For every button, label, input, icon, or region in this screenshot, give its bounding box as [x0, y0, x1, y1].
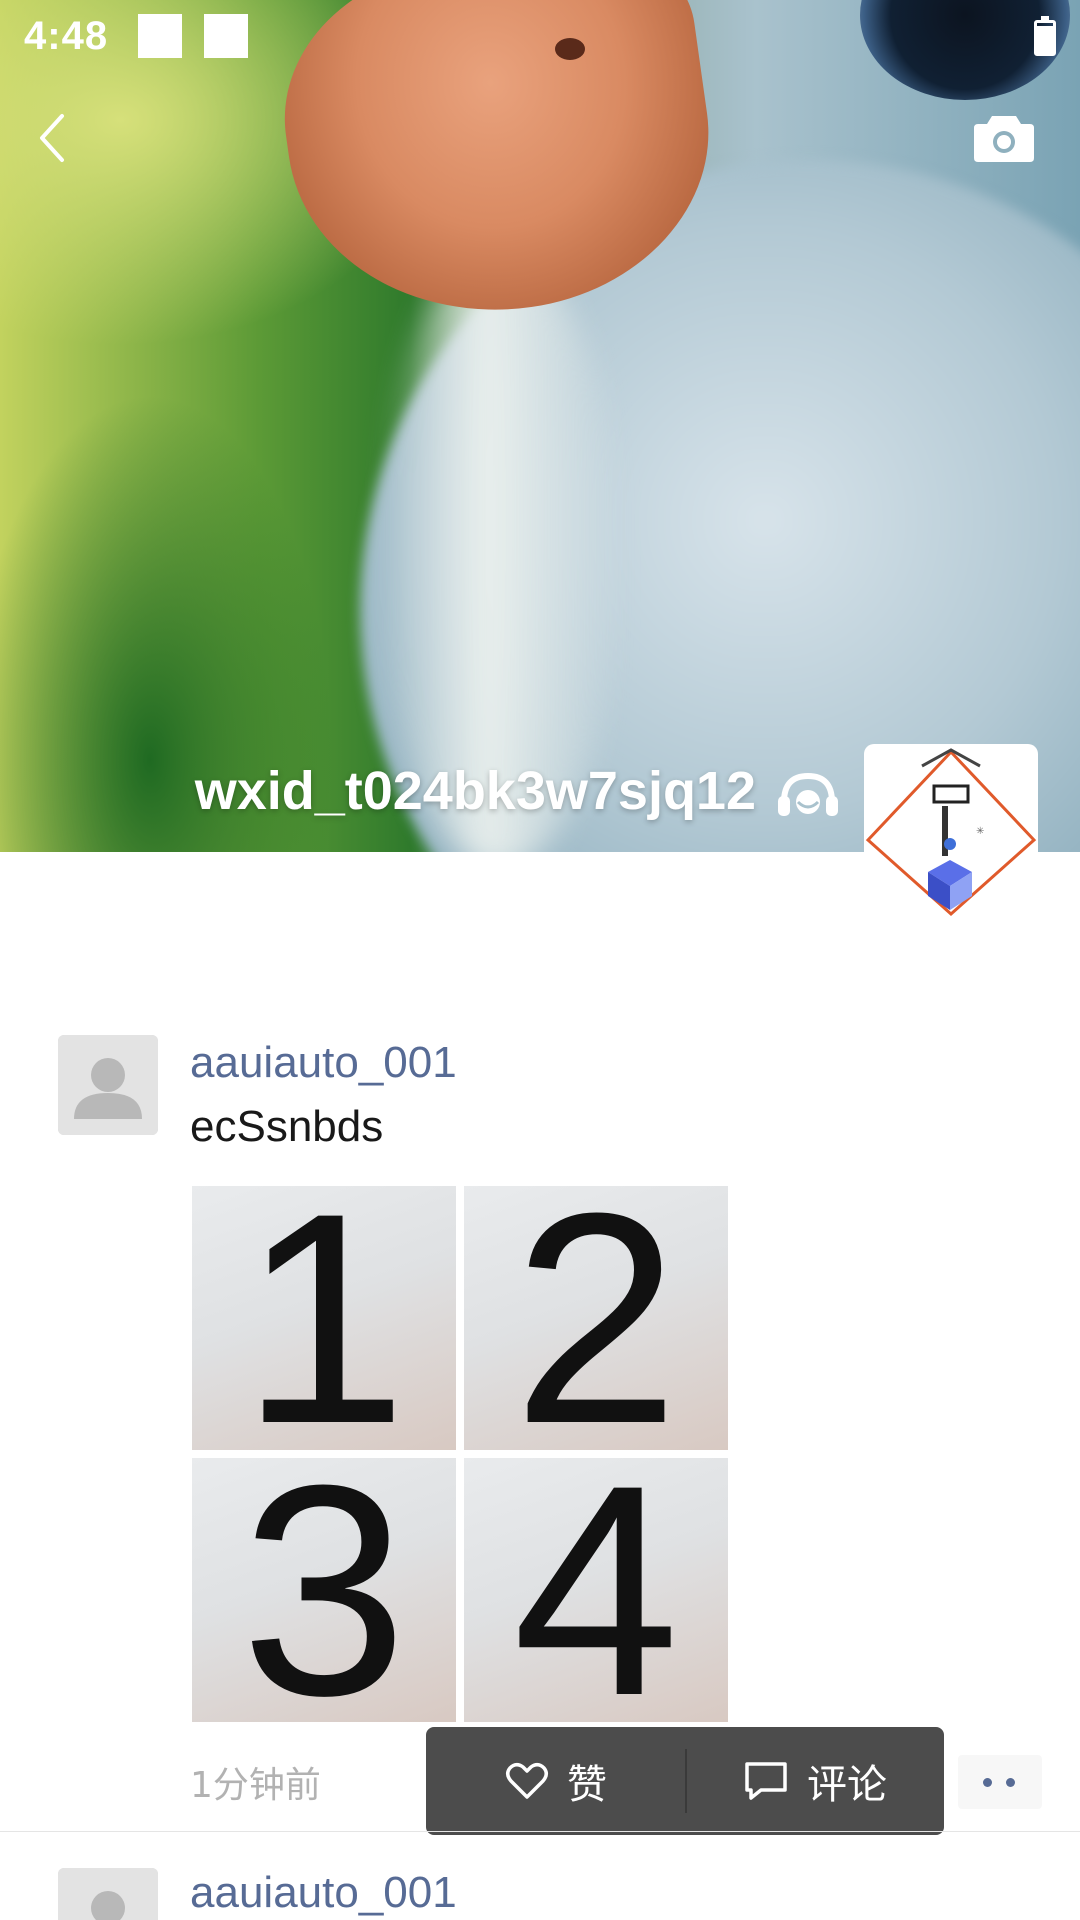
comment-bubble-icon [745, 1762, 787, 1800]
post-timestamp: 1分钟前 [190, 1765, 321, 1806]
post-text: ecSsnbds [190, 1102, 384, 1151]
comment-label: 评论 [807, 1762, 887, 1808]
battery-icon [1034, 16, 1056, 56]
back-button[interactable] [30, 108, 78, 168]
more-dots-button[interactable] [958, 1755, 1042, 1809]
like-label: 赞 [567, 1762, 607, 1808]
post-author-name[interactable]: aauiauto_001 [190, 1038, 457, 1088]
post-author-avatar[interactable] [58, 1035, 158, 1135]
heart-outline-icon [506, 1763, 548, 1799]
post-author-name[interactable]: aauiauto_001 [190, 1868, 457, 1918]
photo-digit: 3 [240, 1458, 408, 1722]
comment-button[interactable]: 评论 [686, 1727, 944, 1835]
logo-avatar: ✳ [865, 748, 1037, 917]
notification-icon [138, 14, 182, 58]
photo-digit: 4 [512, 1458, 680, 1722]
more-dots-icon [1006, 1778, 1015, 1787]
photo-grid: 1 2 3 4 [192, 1186, 732, 1724]
post-author-avatar[interactable] [58, 1868, 158, 1920]
like-comment-popup: 赞 评论 [426, 1727, 944, 1835]
status-bar: 4:48 [0, 0, 1080, 76]
post-photo[interactable]: 2 [464, 1186, 728, 1450]
post-photo[interactable]: 3 [192, 1458, 456, 1722]
svg-text:✳: ✳ [976, 826, 984, 837]
headset-icon [778, 772, 838, 816]
like-button[interactable]: 赞 [426, 1727, 686, 1835]
photo-digit: 2 [512, 1186, 680, 1450]
profile-avatar[interactable]: ✳ [864, 744, 1038, 918]
photo-digit: 1 [240, 1186, 408, 1450]
status-time: 4:48 [24, 14, 109, 58]
feed-divider [0, 1831, 1080, 1832]
default-avatar-icon [58, 1035, 158, 1135]
camera-icon [974, 116, 1034, 162]
cover-photo[interactable] [0, 0, 1080, 852]
more-dots-icon [983, 1778, 992, 1787]
camera-button[interactable] [974, 112, 1034, 164]
chevron-left-icon [40, 114, 64, 162]
post-photo[interactable]: 4 [464, 1458, 728, 1722]
notification-icon [204, 14, 248, 58]
profile-name[interactable]: wxid_t024bk3w7sjq12 [195, 760, 756, 822]
default-avatar-icon [58, 1868, 158, 1920]
post-photo[interactable]: 1 [192, 1186, 456, 1450]
